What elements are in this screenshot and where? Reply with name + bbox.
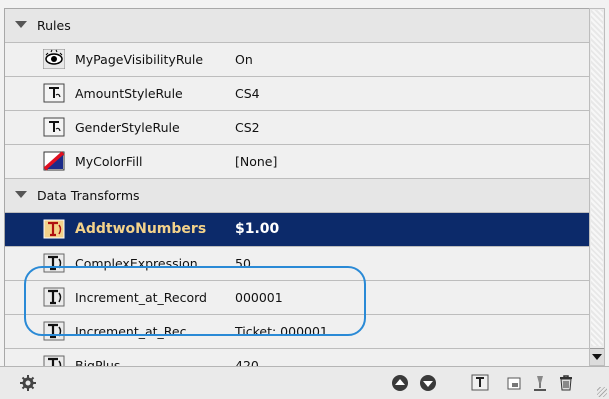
- collapse-triangle-icon[interactable]: [15, 21, 27, 28]
- item-name: ComplexExpression: [75, 256, 198, 271]
- item-value: CS2: [235, 120, 260, 135]
- item-name: GenderStyleRule: [75, 120, 180, 135]
- move-up-icon[interactable]: [390, 373, 410, 393]
- item-name: AmountStyleRule: [75, 86, 183, 101]
- style-rule-icon: [43, 117, 65, 137]
- item-name: MyColorFill: [75, 154, 143, 169]
- group-header-data-transforms[interactable]: Data Transforms: [5, 179, 589, 213]
- data-panel: Rules MyPageVisibilityRule On AmountStyl…: [0, 0, 609, 399]
- new-text-transform-icon[interactable]: [470, 373, 490, 393]
- item-name: MyPageVisibilityRule: [75, 52, 204, 67]
- rules-list: Rules MyPageVisibilityRule On AmountStyl…: [4, 8, 589, 368]
- collapse-triangle-icon[interactable]: [15, 191, 27, 198]
- item-name: Increment_at_Rec...: [75, 324, 199, 339]
- text-transform-icon: [43, 253, 65, 273]
- new-rule-icon[interactable]: [504, 373, 524, 393]
- group-header-rules[interactable]: Rules: [5, 9, 589, 43]
- item-value: 000001: [235, 290, 283, 305]
- list-item[interactable]: ComplexExpression 50: [5, 247, 589, 281]
- eye-icon: [43, 49, 65, 69]
- item-value: [None]: [235, 154, 278, 169]
- list-item[interactable]: MyPageVisibilityRule On: [5, 43, 589, 77]
- gear-icon[interactable]: [18, 373, 38, 393]
- item-name: Increment_at_Record: [75, 290, 207, 305]
- item-value: $1.00: [235, 221, 280, 237]
- trash-icon[interactable]: [556, 373, 576, 393]
- group-label: Data Transforms: [37, 188, 140, 203]
- text-transform-icon: [43, 219, 65, 239]
- text-transform-icon: [43, 287, 65, 307]
- list-item[interactable]: MyColorFill [None]: [5, 145, 589, 179]
- panel-toolbar: [0, 366, 609, 399]
- list-item[interactable]: AmountStyleRule CS4: [5, 77, 589, 111]
- vertical-scrollbar[interactable]: [589, 8, 605, 366]
- color-fill-icon: [43, 151, 65, 171]
- item-name: AddtwoNumbers: [75, 221, 207, 237]
- resize-grip-icon[interactable]: [597, 387, 607, 397]
- item-value: Ticket: 000001: [235, 324, 328, 339]
- item-value: 50: [235, 256, 251, 271]
- scrollbar-track[interactable]: [591, 10, 603, 346]
- list-item[interactable]: Increment_at_Rec... Ticket: 000001: [5, 315, 589, 349]
- list-item[interactable]: Increment_at_Record 000001: [5, 281, 589, 315]
- move-down-icon[interactable]: [418, 373, 438, 393]
- edit-icon[interactable]: [530, 373, 550, 393]
- style-rule-icon: [43, 83, 65, 103]
- scroll-down-arrow-icon[interactable]: [590, 348, 604, 365]
- item-value: On: [235, 52, 253, 67]
- list-item[interactable]: GenderStyleRule CS2: [5, 111, 589, 145]
- list-item-selected[interactable]: AddtwoNumbers $1.00: [5, 213, 589, 247]
- text-transform-icon: [43, 321, 65, 341]
- item-value: CS4: [235, 86, 260, 101]
- group-label: Rules: [37, 18, 71, 33]
